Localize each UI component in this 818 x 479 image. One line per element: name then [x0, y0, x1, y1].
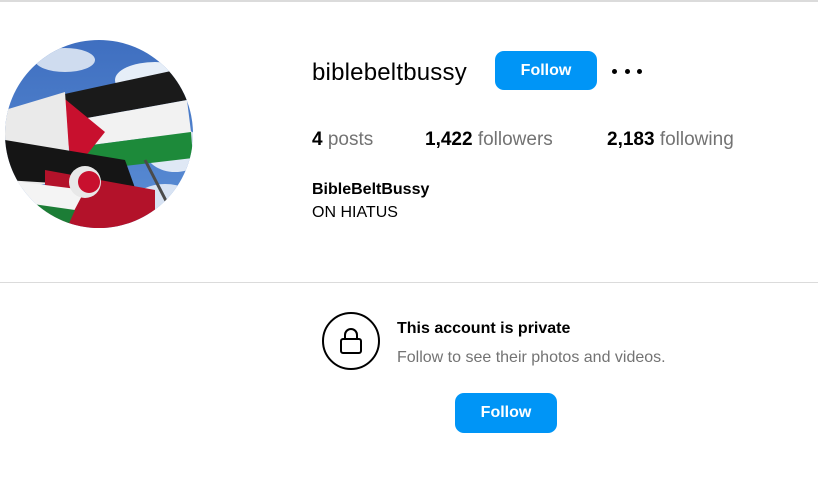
dot	[624, 68, 630, 74]
display-name: BibleBeltBussy	[312, 181, 430, 198]
private-account-subtitle: Follow to see their photos and videos.	[397, 349, 666, 366]
posts-stat: 4 posts	[312, 128, 373, 152]
posts-count: 4	[312, 129, 323, 150]
avatar-image	[5, 40, 193, 228]
dot	[637, 68, 642, 74]
followers-label: followers	[477, 129, 553, 150]
private-account-title: This account is private	[397, 320, 571, 337]
profile-username: biblebeltbussy	[312, 59, 467, 86]
dot	[612, 68, 617, 74]
section-divider	[0, 282, 818, 283]
following-count: 2,183	[607, 129, 655, 150]
bio-text: ON HIATUS	[312, 204, 398, 221]
follow-button[interactable]: Follow	[495, 51, 597, 90]
follow-button-private[interactable]: Follow	[455, 393, 557, 433]
lock-icon	[322, 312, 380, 370]
posts-label: posts	[327, 129, 374, 150]
following-stat[interactable]: 2,183 following	[607, 128, 734, 152]
profile-avatar[interactable]	[5, 40, 193, 228]
top-border	[0, 0, 818, 2]
followers-stat[interactable]: 1,422 followers	[425, 128, 553, 152]
more-options-icon[interactable]	[612, 60, 642, 82]
followers-count: 1,422	[425, 129, 473, 150]
following-label: following	[659, 129, 734, 150]
lock-glyph	[340, 328, 362, 354]
